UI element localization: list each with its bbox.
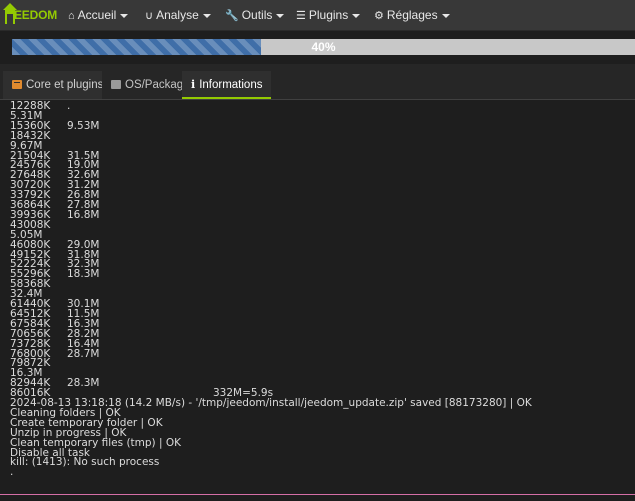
tasks-icon: ☰ (296, 10, 306, 22)
nav-plugins-label: Plugins (308, 8, 349, 22)
nav-analyse-label: Analyse (156, 8, 199, 22)
chevron-down-icon (120, 13, 129, 18)
progress-area: 40% (0, 31, 635, 64)
nav-reglages[interactable]: ⚙ Réglages (374, 0, 450, 30)
nav-outils-label: Outils (241, 8, 273, 22)
tab-os-label: OS/Package (125, 79, 190, 91)
calendar-icon (111, 80, 121, 89)
nav-outils[interactable]: 🔧 Outils (225, 0, 285, 30)
log-line-text: kill: (1413): No such process (10, 456, 160, 469)
chevron-down-icon (202, 13, 211, 18)
info-icon: i (191, 78, 196, 91)
nav-analyse[interactable]: ∪ Analyse (145, 0, 211, 30)
tab-informations[interactable]: i Informations (182, 71, 272, 99)
nav-reglages-label: Réglages (386, 8, 438, 22)
tab-info-label: Informations (199, 79, 263, 91)
gear-icon: ⚙ (374, 10, 384, 22)
log-line-speed: 16.8M (67, 208, 100, 221)
log-line-speed: 18.3M (67, 268, 100, 281)
nav-plugins[interactable]: ☰ Plugins (296, 0, 361, 30)
tab-core-et-plugins[interactable]: Core et plugins (3, 71, 113, 99)
brand-text: EEDOM (14, 8, 58, 22)
progress-label: 40% (311, 40, 336, 54)
log-line-speed: . (67, 100, 71, 112)
wrench-icon: 🔧 (225, 10, 239, 22)
update-progress-bar: 40% (12, 39, 635, 55)
home-icon: ⌂ (68, 10, 75, 22)
chevron-down-icon (352, 13, 361, 18)
log-line: kill: (1413): No such process (10, 456, 160, 469)
stethoscope-icon: ∪ (145, 10, 154, 22)
chevron-down-icon (441, 13, 450, 18)
log-line-speed: 28.7M (67, 347, 100, 360)
update-log-output: 12288K. 5.31M 15360K 9.53M 18432K 9.67M 21504K… (0, 100, 635, 494)
tabs-bar: Core et plugins OS/Package i Informations (0, 64, 635, 100)
tab-core-label: Core et plugins (26, 79, 104, 91)
jeedom-logo[interactable]: EEDOM (3, 2, 58, 28)
nav-accueil-label: Accueil (77, 8, 117, 22)
nav-accueil[interactable]: ⌂ Accueil (68, 0, 129, 30)
log-line: . (10, 466, 14, 479)
log-line-speed: 28.3M (67, 377, 100, 390)
log-line-text: . (10, 466, 14, 479)
top-navbar: EEDOM ⌂ Accueil ∪ Analyse 🔧 Outils ☰ Plugins… (0, 0, 635, 31)
chevron-down-icon (276, 13, 285, 18)
box-icon (12, 80, 22, 89)
log-line-speed: 9.53M (67, 119, 100, 132)
